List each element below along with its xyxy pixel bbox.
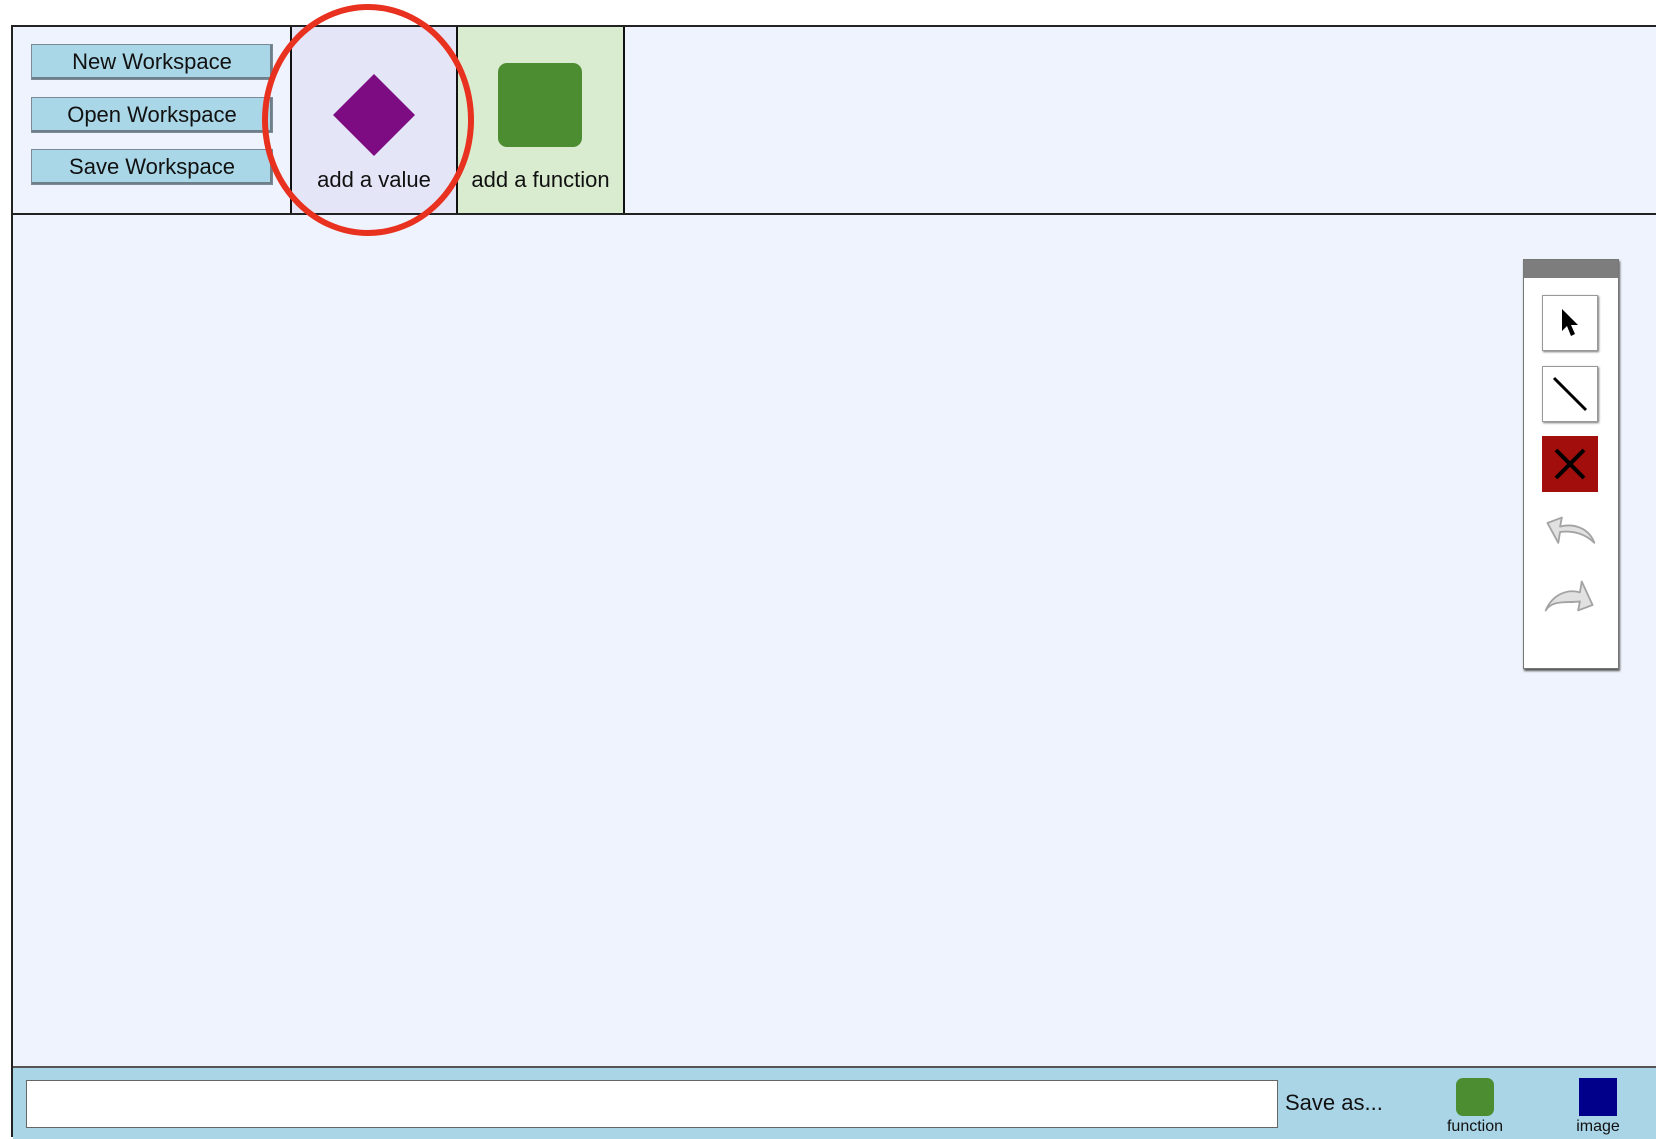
workspace-app: New Workspace Open Workspace Save Worksp…: [11, 25, 1656, 1139]
add-value-tile[interactable]: add a value: [290, 27, 458, 213]
select-arrow-icon: [1562, 309, 1578, 336]
undo-button[interactable]: [1542, 504, 1598, 560]
redo-button[interactable]: [1542, 568, 1598, 624]
save-workspace-button[interactable]: Save Workspace: [31, 149, 273, 185]
square-icon: [498, 63, 582, 147]
add-function-tile[interactable]: add a function: [456, 27, 625, 213]
save-name-input[interactable]: [26, 1080, 1278, 1128]
add-function-label: add a function: [471, 167, 610, 192]
save-as-label: Save as...: [1285, 1090, 1383, 1115]
bottom-bar: Save as... function image: [13, 1066, 1656, 1139]
image-legend-label: image: [1576, 1118, 1620, 1135]
open-workspace-button[interactable]: Open Workspace: [31, 97, 273, 133]
delete-tool-button[interactable]: [1542, 436, 1598, 492]
function-legend-icon: [1456, 1078, 1494, 1116]
undo-icon: [1546, 516, 1596, 544]
delete-icon: [1554, 448, 1586, 480]
add-value-label: add a value: [317, 167, 431, 192]
top-toolbar: New Workspace Open Workspace Save Worksp…: [13, 27, 1656, 215]
image-legend-icon: [1579, 1078, 1617, 1116]
line-icon: [1552, 376, 1588, 412]
select-tool-button[interactable]: [1542, 295, 1598, 351]
line-tool-button[interactable]: [1542, 366, 1598, 422]
new-workspace-button[interactable]: New Workspace: [31, 44, 273, 80]
function-legend-label: function: [1446, 1118, 1504, 1135]
tool-palette: [1523, 259, 1619, 669]
palette-drag-handle[interactable]: [1524, 260, 1618, 278]
redo-icon: [1544, 580, 1594, 612]
diamond-icon: [332, 73, 416, 157]
